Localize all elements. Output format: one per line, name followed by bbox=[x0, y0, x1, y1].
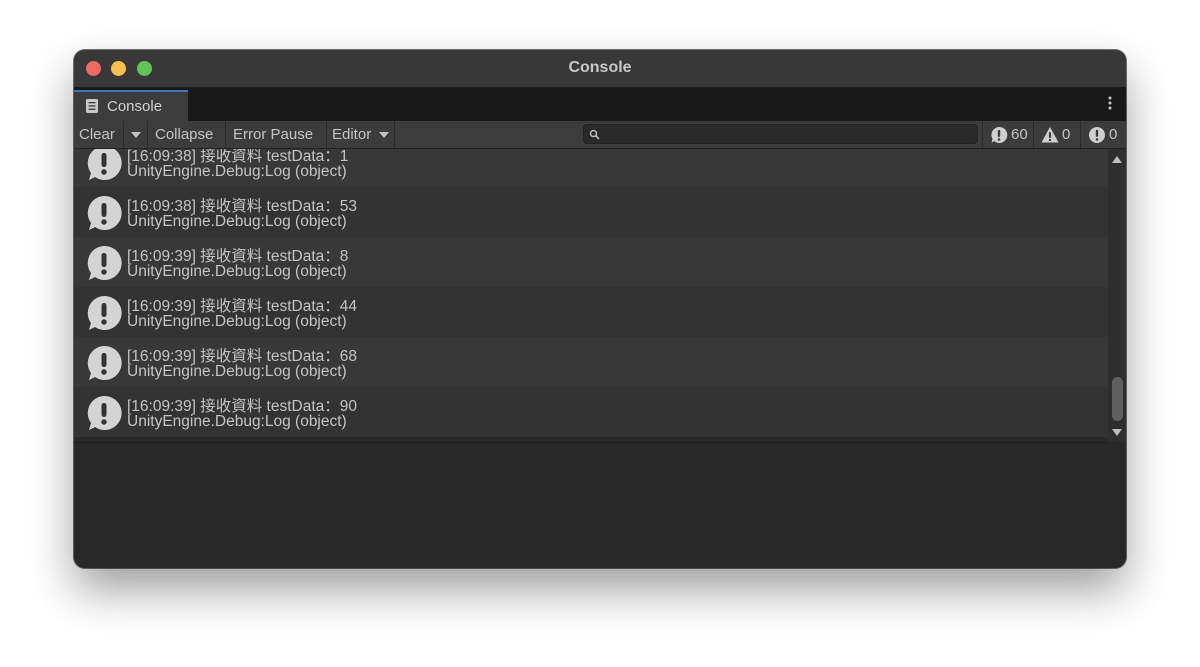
log-stack-trace: UnityEngine.Debug:Log (object) bbox=[127, 313, 347, 330]
warning-icon bbox=[1041, 127, 1059, 143]
log-entry[interactable]: [16:09:39] 接收資料 testData：68 UnityEngine.… bbox=[74, 337, 1108, 387]
error-count: 0 bbox=[1109, 126, 1118, 143]
log-list-scrollbar[interactable] bbox=[1108, 149, 1126, 442]
scroll-up-arrow-icon[interactable] bbox=[1112, 156, 1122, 163]
title-bar: Console bbox=[74, 50, 1126, 88]
scrollbar-thumb[interactable] bbox=[1112, 377, 1123, 421]
clear-button[interactable]: Clear bbox=[74, 121, 124, 148]
warning-count: 0 bbox=[1062, 126, 1071, 143]
info-message-icon bbox=[991, 126, 1008, 143]
info-message-icon bbox=[87, 395, 122, 430]
error-count-toggle[interactable]: 0 bbox=[1080, 121, 1126, 148]
clear-options-dropdown[interactable] bbox=[124, 121, 148, 148]
log-stack-trace: UnityEngine.Debug:Log (object) bbox=[127, 163, 347, 180]
info-message-icon bbox=[87, 295, 122, 330]
search-input[interactable] bbox=[604, 125, 972, 143]
tab-console[interactable]: Console bbox=[74, 90, 188, 121]
collapse-toggle[interactable]: Collapse bbox=[150, 121, 226, 148]
log-entry[interactable]: [16:09:39] 接收資料 testData：8 UnityEngine.D… bbox=[74, 237, 1108, 287]
console-toolbar: Clear Collapse Error Pause Editor 60 0 0 bbox=[74, 121, 1126, 149]
tab-label: Console bbox=[107, 98, 163, 115]
info-message-icon bbox=[87, 345, 122, 380]
log-stack-trace: UnityEngine.Debug:Log (object) bbox=[127, 213, 347, 230]
log-stack-trace: UnityEngine.Debug:Log (object) bbox=[127, 413, 347, 430]
warning-count-toggle[interactable]: 0 bbox=[1033, 121, 1080, 148]
window-title: Console bbox=[568, 59, 632, 76]
chevron-down-icon bbox=[379, 132, 389, 138]
info-message-icon bbox=[87, 195, 122, 230]
log-entry[interactable]: [16:09:39] 接收資料 testData：44 UnityEngine.… bbox=[74, 287, 1108, 337]
info-count-toggle[interactable]: 60 bbox=[982, 121, 1033, 148]
log-entry[interactable]: [16:09:38] 接收資料 testData：1 UnityEngine.D… bbox=[74, 149, 1108, 187]
more-options-icon[interactable] bbox=[1108, 95, 1112, 111]
log-entry[interactable]: [16:09:39] 接收資料 testData：90 UnityEngine.… bbox=[74, 387, 1108, 437]
log-stack-trace: UnityEngine.Debug:Log (object) bbox=[127, 363, 347, 380]
info-count: 60 bbox=[1011, 126, 1028, 143]
search-field[interactable] bbox=[583, 124, 978, 144]
console-list-icon bbox=[86, 99, 98, 113]
stack-trace-panel bbox=[74, 443, 1126, 568]
log-stack-trace: UnityEngine.Debug:Log (object) bbox=[127, 263, 347, 280]
tab-bar: Console bbox=[74, 88, 1126, 121]
editor-dropdown-label: Editor bbox=[332, 126, 372, 143]
scroll-down-arrow-icon[interactable] bbox=[1112, 429, 1122, 436]
error-icon bbox=[1089, 127, 1105, 143]
editor-dropdown[interactable]: Editor bbox=[327, 121, 395, 148]
search-icon bbox=[589, 129, 600, 140]
info-message-icon bbox=[87, 149, 122, 180]
error-pause-toggle[interactable]: Error Pause bbox=[228, 121, 327, 148]
info-message-icon bbox=[87, 245, 122, 280]
log-entry[interactable]: [16:09:38] 接收資料 testData：53 UnityEngine.… bbox=[74, 187, 1108, 237]
console-window: Console Console Clear Collapse Error Pau… bbox=[74, 50, 1126, 568]
log-list: [16:09:38] 接收資料 testData：1 UnityEngine.D… bbox=[74, 149, 1108, 442]
chevron-down-icon bbox=[131, 132, 141, 138]
